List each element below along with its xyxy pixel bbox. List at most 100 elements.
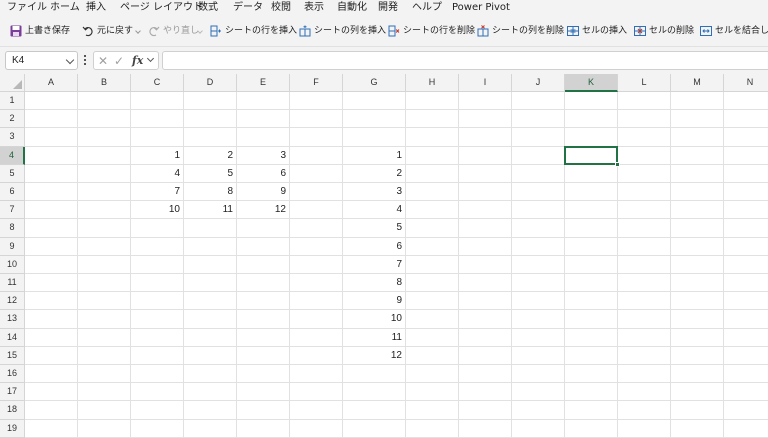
active-cell[interactable]	[564, 145, 620, 167]
column-header-m[interactable]: M	[671, 74, 724, 92]
insert-function-icon[interactable]: fx	[132, 53, 143, 68]
cell-g12[interactable]: 9	[343, 292, 405, 310]
row-header-15[interactable]: 15	[0, 346, 25, 365]
row-header-14[interactable]: 14	[0, 328, 25, 347]
cell-g10[interactable]: 7	[343, 256, 405, 274]
column-header-l[interactable]: L	[618, 74, 671, 92]
cell-d6[interactable]: 8	[184, 183, 236, 201]
row-header-1[interactable]: 1	[0, 92, 25, 111]
column-header-d[interactable]: D	[184, 74, 237, 92]
cell-g5[interactable]: 2	[343, 165, 405, 183]
expand-formula-icon[interactable]	[146, 54, 155, 63]
row-header-18[interactable]: 18	[0, 401, 25, 420]
menu-home[interactable]: ホーム	[50, 1, 80, 14]
column-header-n[interactable]: N	[724, 74, 768, 92]
row-header-11[interactable]: 11	[0, 274, 25, 293]
menu-file[interactable]: ファイル	[7, 1, 47, 14]
column-header-c[interactable]: C	[131, 74, 184, 92]
column-header-g[interactable]: G	[343, 74, 406, 92]
formula-input[interactable]	[162, 51, 768, 70]
delete-cells-button[interactable]: セルの削除	[634, 23, 694, 39]
row-header-13[interactable]: 13	[0, 310, 25, 329]
row-header-6[interactable]: 6	[0, 183, 25, 202]
menu-help[interactable]: ヘルプ	[412, 1, 442, 14]
column-header-h[interactable]: H	[406, 74, 459, 92]
fill-handle[interactable]	[615, 161, 620, 167]
column-header-a[interactable]: A	[25, 74, 78, 92]
insert-sheet-cols-button[interactable]: シートの列を挿入	[299, 23, 386, 39]
row-header-2[interactable]: 2	[0, 110, 25, 129]
merge-cells-label: セルを結合して	[715, 26, 768, 36]
cell-d4[interactable]: 2	[184, 147, 236, 165]
delete-sheet-cols-button[interactable]: シートの列を削除	[477, 23, 564, 39]
insert-sheet-rows-button[interactable]: シートの行を挿入	[210, 23, 297, 39]
row-header-19[interactable]: 19	[0, 419, 25, 438]
merge-cells-button[interactable]: セルを結合して	[700, 23, 768, 39]
cell-c7[interactable]: 10	[131, 201, 183, 219]
formula-bar: K4 ✕ ✓ fx	[0, 47, 768, 74]
quick-access-toolbar: 上書き保存 元に戻す やり直し シートの行を挿入 シートの列を挿入 シートの行を…	[0, 15, 768, 47]
chevron-down-icon[interactable]	[65, 55, 75, 65]
cell-c6[interactable]: 7	[131, 183, 183, 201]
cell-g15[interactable]: 12	[343, 347, 405, 365]
column-header-i[interactable]: I	[459, 74, 512, 92]
menu-data[interactable]: データ	[233, 1, 263, 14]
row-header-3[interactable]: 3	[0, 128, 25, 147]
column-header-j[interactable]: J	[512, 74, 565, 92]
select-all-button[interactable]	[0, 74, 25, 92]
column-header-k[interactable]: K	[565, 74, 618, 92]
delete-cells-icon	[634, 25, 646, 37]
cell-area[interactable]: 1 2 3 4 5 6 7 8 9 10 11 12 1 2 3 4 5 6 7 8 9 10 11 12	[25, 92, 768, 438]
cell-d5[interactable]: 5	[184, 165, 236, 183]
cell-g11[interactable]: 8	[343, 274, 405, 292]
cell-g6[interactable]: 3	[343, 183, 405, 201]
redo-label: やり直し	[163, 26, 200, 36]
row-header-12[interactable]: 12	[0, 292, 25, 311]
cell-e5[interactable]: 6	[237, 165, 289, 183]
drag-handle-icon[interactable]	[84, 55, 87, 66]
row-header-4[interactable]: 4	[0, 146, 25, 165]
menu-review[interactable]: 校閲	[271, 1, 291, 14]
cell-g13[interactable]: 10	[343, 310, 405, 328]
row-header-17[interactable]: 17	[0, 383, 25, 402]
row-header-10[interactable]: 10	[0, 255, 25, 274]
menu-view[interactable]: 表示	[304, 1, 324, 14]
cell-g7[interactable]: 4	[343, 201, 405, 219]
row-header-8[interactable]: 8	[0, 219, 25, 238]
menu-formulas[interactable]: 数式	[198, 1, 218, 14]
row-header-9[interactable]: 9	[0, 237, 25, 256]
cell-g14[interactable]: 11	[343, 329, 405, 347]
name-box[interactable]: K4	[5, 51, 78, 70]
save-button[interactable]: 上書き保存	[10, 23, 70, 39]
cell-e6[interactable]: 9	[237, 183, 289, 201]
column-header-f[interactable]: F	[290, 74, 343, 92]
menu-automate[interactable]: 自動化	[337, 1, 367, 14]
undo-button[interactable]: 元に戻す	[82, 23, 133, 39]
cell-c4[interactable]: 1	[131, 147, 183, 165]
menu-developer[interactable]: 開発	[378, 1, 398, 14]
menu-power-pivot[interactable]: Power Pivot	[452, 1, 510, 14]
enter-icon[interactable]: ✓	[114, 54, 124, 68]
cell-g8[interactable]: 5	[343, 219, 405, 237]
column-header-e[interactable]: E	[237, 74, 290, 92]
row-header-16[interactable]: 16	[0, 365, 25, 384]
cell-c5[interactable]: 4	[131, 165, 183, 183]
delete-sheet-rows-button[interactable]: シートの行を削除	[388, 23, 475, 39]
save-label: 上書き保存	[25, 26, 71, 36]
insert-cells-button[interactable]: セルの挿入	[567, 23, 627, 39]
cell-d7[interactable]: 11	[184, 201, 236, 219]
redo-button[interactable]: やり直し	[148, 23, 199, 39]
cell-e4[interactable]: 3	[237, 147, 289, 165]
menu-insert[interactable]: 挿入	[86, 1, 106, 14]
cancel-icon[interactable]: ✕	[98, 54, 108, 68]
cell-e7[interactable]: 12	[237, 201, 289, 219]
column-header-b[interactable]: B	[78, 74, 131, 92]
menu-page-layout[interactable]: ページ レイアウト	[120, 1, 203, 14]
row-header-7[interactable]: 7	[0, 201, 25, 220]
row-header-5[interactable]: 5	[0, 164, 25, 183]
cell-g4[interactable]: 1	[343, 147, 405, 165]
gridline	[617, 92, 618, 438]
undo-dropdown-icon[interactable]	[135, 28, 141, 34]
spreadsheet-grid[interactable]: ABCDEFGHIJKLMN 1 2 3 4 5 6 7 8 9 10 11 12 13 14 15 16 17…	[0, 74, 768, 438]
cell-g9[interactable]: 6	[343, 238, 405, 256]
